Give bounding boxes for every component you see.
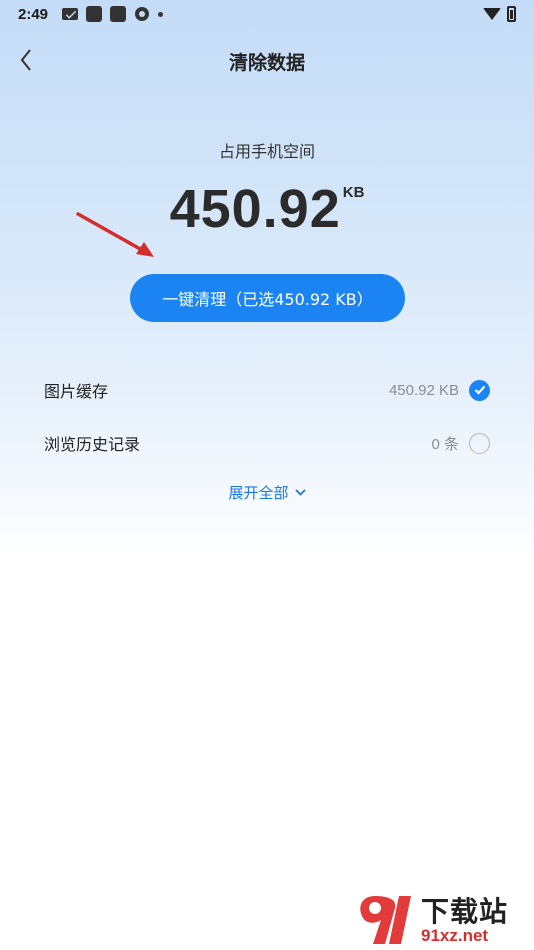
list-item-image-cache[interactable]: 图片缓存 450.92 KB (0, 370, 534, 410)
status-bar: 2:49 (0, 0, 534, 28)
expand-all-link[interactable]: 展开全部 (0, 482, 534, 503)
dot-icon (158, 11, 164, 17)
watermark-text: 下载站 (421, 895, 509, 928)
checkbox-unchecked[interactable] (469, 432, 490, 454)
watermark-url: 91xz.net (421, 926, 489, 945)
watermark: 下载站 91xz.net (355, 888, 530, 948)
status-time: 2:49 (18, 5, 49, 23)
annotation-arrow-icon (76, 212, 154, 257)
app-header: 清除数据 (0, 36, 534, 86)
expand-label: 展开全部 (228, 484, 289, 502)
item-value: 450.92 KB (388, 381, 459, 399)
app-square-icon (110, 6, 127, 22)
item-label: 图片缓存 (44, 382, 109, 401)
system-icons (483, 6, 516, 22)
storage-unit: KB (342, 184, 365, 201)
chevron-left-icon (20, 49, 31, 71)
page-title: 清除数据 (228, 51, 305, 74)
check-icon (474, 385, 485, 395)
list-item-browse-history[interactable]: 浏览历史记录 0 条 (0, 423, 534, 463)
back-button[interactable] (14, 46, 38, 74)
item-value: 0 条 (431, 435, 459, 453)
app-square-icon (86, 6, 103, 22)
checkbox-checked[interactable] (469, 379, 490, 401)
battery-icon (507, 6, 516, 22)
camera-icon (135, 7, 150, 21)
notification-icons (62, 6, 164, 22)
chevron-down-icon (294, 489, 306, 496)
item-label: 浏览历史记录 (44, 435, 141, 454)
mail-icon (62, 8, 79, 20)
watermark-logo-icon (360, 896, 411, 944)
wifi-icon (483, 8, 501, 20)
one-click-clean-button[interactable]: 一键清理（已选450.92 KB） (130, 274, 405, 322)
storage-value: 450.92 (169, 179, 341, 239)
storage-subtitle: 占用手机空间 (218, 142, 315, 161)
